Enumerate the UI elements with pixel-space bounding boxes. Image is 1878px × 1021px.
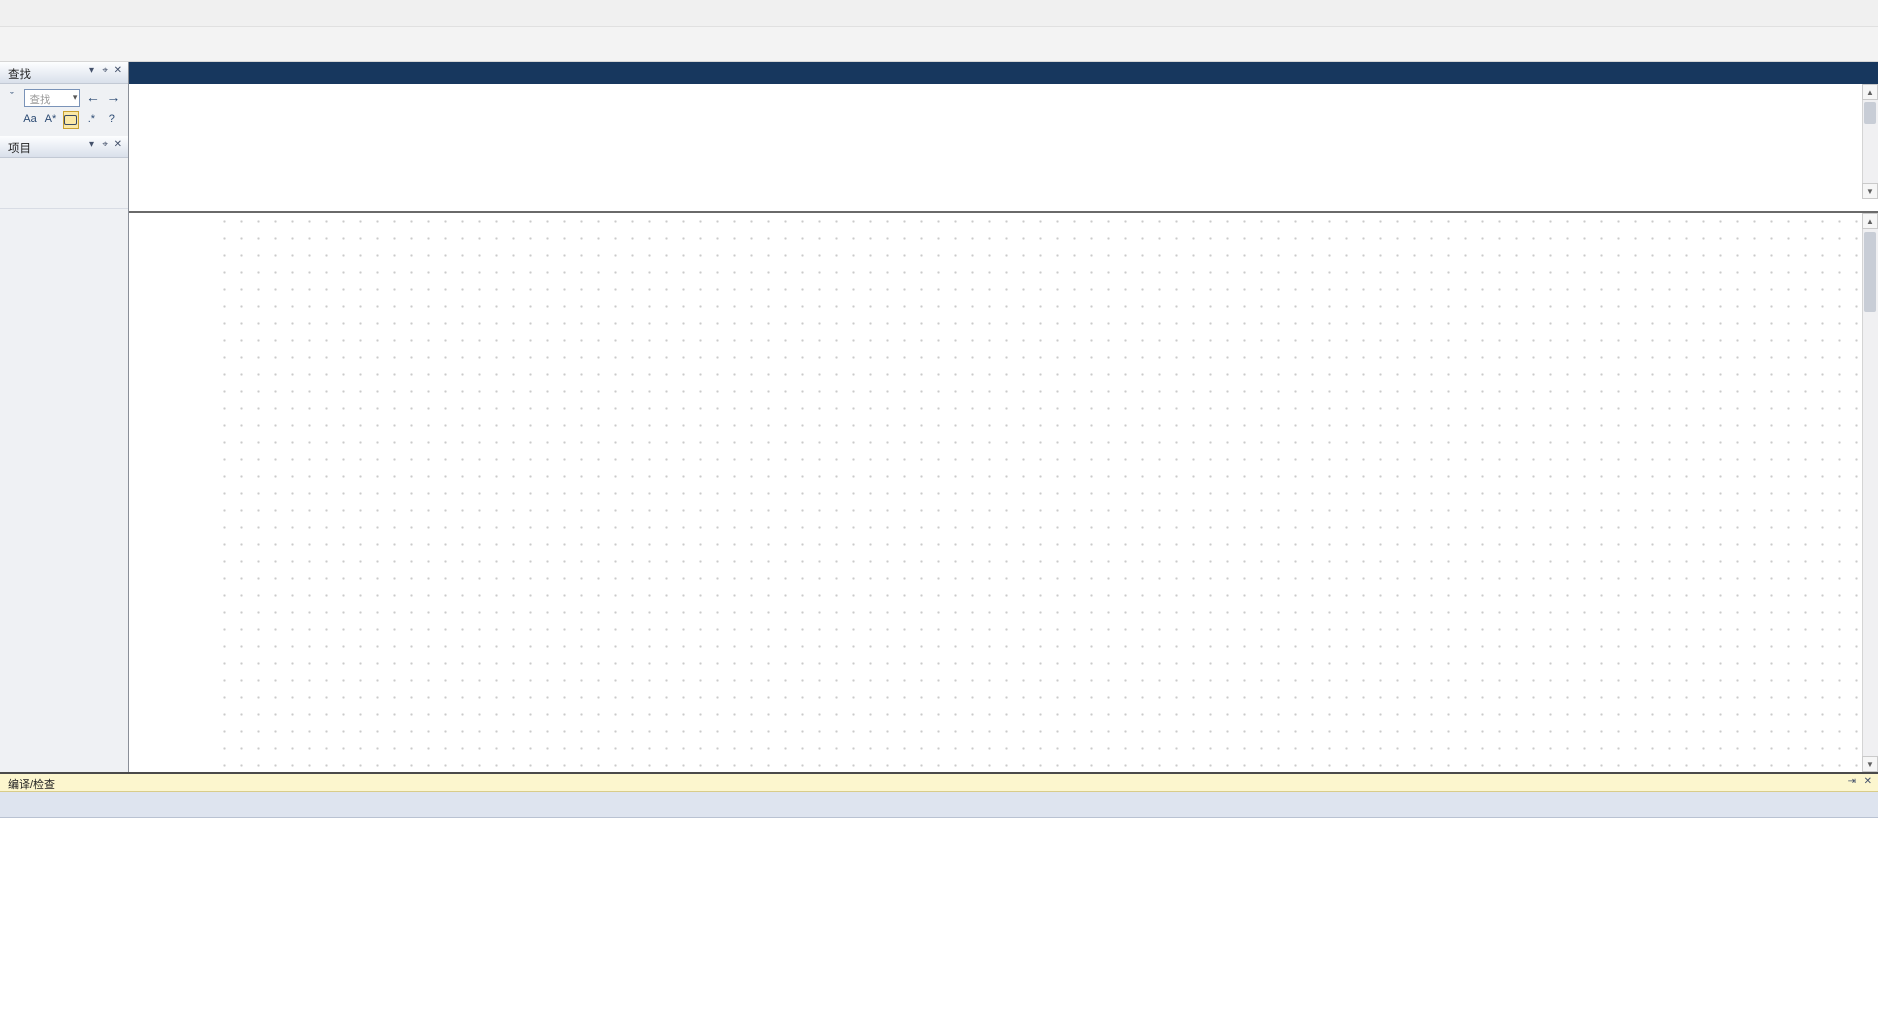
chevron-down-icon[interactable]: ▾ [89, 139, 94, 150]
find-panel: ˇ 查找▾ ← → Aa A* .* ? [0, 84, 128, 136]
ladder-editor[interactable] [216, 213, 1862, 772]
project-toolbar-row1 [0, 158, 128, 182]
scroll-up-icon[interactable]: ▲ [1862, 84, 1878, 100]
document-tab-bar [110, 62, 1878, 84]
close-icon[interactable]: ✕ [114, 65, 122, 76]
dock-icon[interactable]: ⇥ [1848, 776, 1856, 787]
find-input[interactable]: 查找▾ [24, 89, 80, 107]
find-panel-title: 查找 [8, 69, 31, 81]
main-toolbar [0, 27, 1878, 62]
find-previous-button[interactable]: ← [85, 89, 101, 107]
compile-panel-title: 编译/检查 [8, 779, 55, 791]
comment-bubble-icon [64, 115, 77, 125]
project-panel-header: 项目 ▾ ⌖ ✕ [0, 136, 128, 158]
project-panel-title: 项目 [8, 143, 31, 155]
match-case-button[interactable]: Aa [22, 111, 38, 129]
scroll-down-icon[interactable]: ▼ [1862, 756, 1878, 772]
menu-bar [0, 0, 1878, 27]
scroll-up-icon[interactable]: ▲ [1862, 213, 1878, 229]
compile-panel-toolbar [0, 792, 1878, 818]
close-icon[interactable]: ✕ [1864, 776, 1872, 787]
find-next-button[interactable]: → [105, 89, 121, 107]
combo-dropdown-icon[interactable]: ▾ [73, 92, 78, 103]
compile-check-panel: 编译/检查 ⇥ ✕ [0, 772, 1878, 1021]
ladder-scroll-thumb[interactable] [1864, 232, 1876, 312]
project-toolbar-row2 [0, 182, 128, 209]
chevron-down-icon[interactable]: ▾ [89, 65, 94, 76]
pin-icon[interactable]: ⌖ [102, 65, 108, 76]
find-panel-header: 查找 ▾ ⌖ ✕ [0, 62, 128, 84]
search-comments-button[interactable] [63, 111, 79, 129]
compile-panel-title-bar: 编译/检查 ⇥ ✕ [0, 774, 1878, 792]
table-scroll-thumb[interactable] [1864, 102, 1876, 124]
variable-table [129, 84, 1862, 213]
close-icon[interactable]: ✕ [114, 139, 122, 150]
find-help-button[interactable]: ? [104, 111, 120, 129]
pin-icon[interactable]: ⌖ [102, 139, 108, 150]
find-expand-icon[interactable]: ˇ [4, 89, 20, 107]
scroll-down-icon[interactable]: ▼ [1862, 183, 1878, 199]
table-bottom-strip [129, 199, 1862, 211]
match-word-button[interactable]: A* [42, 111, 58, 129]
regex-button[interactable]: .* [83, 111, 99, 129]
left-sidebar: 查找 ▾ ⌖ ✕ ˇ 查找▾ ← → Aa A* .* ? 项目 ▾ ⌖ ✕ [0, 62, 129, 772]
